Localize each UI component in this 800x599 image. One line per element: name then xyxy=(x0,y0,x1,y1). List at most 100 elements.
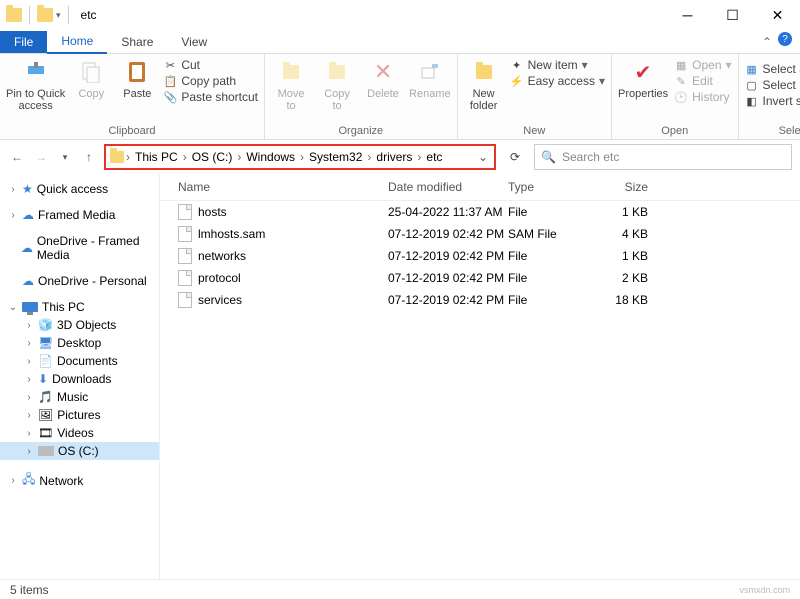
collapse-ribbon-icon[interactable]: ⌃ xyxy=(762,35,772,49)
tree-network[interactable]: ›🖧Network xyxy=(0,468,159,493)
copy-to-button[interactable]: Copy to xyxy=(317,58,357,112)
properties-button[interactable]: ✔ Properties xyxy=(618,58,668,100)
refresh-button[interactable]: ⟳ xyxy=(502,144,528,170)
paste-shortcut-button[interactable]: 📎Paste shortcut xyxy=(163,90,258,104)
tree-this-pc[interactable]: ⌄This PC xyxy=(0,298,159,316)
window-title: etc xyxy=(81,8,97,22)
breadcrumb-item[interactable]: etc xyxy=(423,150,445,164)
ribbon: Pin to Quick access Copy Paste ✂Cut 📋Cop… xyxy=(0,54,800,140)
file-row[interactable]: networks07-12-2019 02:42 PMFile1 KB xyxy=(160,245,800,267)
chevron-right-icon[interactable]: › xyxy=(235,150,243,164)
search-icon: 🔍 xyxy=(541,150,556,164)
ribbon-group-clipboard: Pin to Quick access Copy Paste ✂Cut 📋Cop… xyxy=(0,54,265,139)
breadcrumb-item[interactable]: drivers xyxy=(373,150,415,164)
new-folder-button[interactable]: New folder xyxy=(464,58,504,112)
tree-pictures[interactable]: ›🖼Pictures xyxy=(0,406,159,424)
file-name: protocol xyxy=(198,271,241,285)
tree-framed-media[interactable]: ›☁Framed Media xyxy=(0,206,159,224)
tree-music[interactable]: ›🎵Music xyxy=(0,388,159,406)
file-size: 2 KB xyxy=(588,271,658,285)
tree-videos[interactable]: ›🎞Videos xyxy=(0,424,159,442)
pin-quick-access-button[interactable]: Pin to Quick access xyxy=(6,58,65,112)
tab-share[interactable]: Share xyxy=(107,31,167,53)
copy-path-button[interactable]: 📋Copy path xyxy=(163,74,258,88)
file-type: File xyxy=(508,271,588,285)
help-icon[interactable]: ? xyxy=(778,32,792,46)
file-row[interactable]: hosts25-04-2022 11:37 AMFile1 KB xyxy=(160,201,800,223)
chevron-right-icon[interactable]: › xyxy=(298,150,306,164)
address-bar[interactable]: › This PC › OS (C:) › Windows › System32… xyxy=(104,144,496,170)
col-header-name[interactable]: Name xyxy=(178,180,388,194)
tree-onedrive-personal[interactable]: ☁OneDrive - Personal xyxy=(0,272,159,290)
folder-icon xyxy=(6,8,22,22)
tree-documents[interactable]: ›📄Documents xyxy=(0,352,159,370)
chevron-right-icon[interactable]: › xyxy=(365,150,373,164)
tree-desktop[interactable]: ›🖥Desktop xyxy=(0,334,159,352)
file-row[interactable]: protocol07-12-2019 02:42 PMFile2 KB xyxy=(160,267,800,289)
file-size: 4 KB xyxy=(588,227,658,241)
cut-button[interactable]: ✂Cut xyxy=(163,58,258,72)
chevron-right-icon[interactable]: › xyxy=(124,150,132,164)
col-header-type[interactable]: Type xyxy=(508,180,588,194)
chevron-right-icon[interactable]: › xyxy=(415,150,423,164)
file-date: 07-12-2019 02:42 PM xyxy=(388,249,508,263)
column-headers: Name Date modified Type Size xyxy=(160,174,800,201)
minimize-button[interactable]: ─ xyxy=(665,0,710,30)
copy-button[interactable]: Copy xyxy=(71,58,111,100)
file-name: hosts xyxy=(198,205,227,219)
search-input[interactable]: 🔍 Search etc xyxy=(534,144,792,170)
file-name: services xyxy=(198,293,242,307)
file-row[interactable]: services07-12-2019 02:42 PMFile18 KB xyxy=(160,289,800,311)
ribbon-group-new: New folder ✦New item ▾ ⚡Easy access ▾ Ne… xyxy=(458,54,612,139)
group-label-new: New xyxy=(464,123,605,137)
maximize-button[interactable]: ☐ xyxy=(710,0,755,30)
file-date: 07-12-2019 02:42 PM xyxy=(388,227,508,241)
breadcrumb-item[interactable]: Windows xyxy=(243,150,298,164)
file-icon xyxy=(178,248,192,264)
file-row[interactable]: lmhosts.sam07-12-2019 02:42 PMSAM File4 … xyxy=(160,223,800,245)
new-item-button[interactable]: ✦New item ▾ xyxy=(510,58,605,72)
invert-selection-button[interactable]: ◧Invert selection xyxy=(745,94,800,108)
ribbon-group-select: ▦Select all ▢Select none ◧Invert selecti… xyxy=(739,54,800,139)
tree-quick-access[interactable]: ›★Quick access xyxy=(0,180,159,198)
file-icon xyxy=(178,270,192,286)
chevron-right-icon[interactable]: › xyxy=(181,150,189,164)
up-button[interactable]: ↑ xyxy=(80,148,98,166)
tree-os-c[interactable]: ›OS (C:) xyxy=(0,442,159,460)
file-size: 1 KB xyxy=(588,205,658,219)
select-none-button[interactable]: ▢Select none xyxy=(745,78,800,92)
select-all-button[interactable]: ▦Select all xyxy=(745,62,800,76)
file-type: SAM File xyxy=(508,227,588,241)
tree-onedrive-framed[interactable]: ☁OneDrive - Framed Media xyxy=(0,232,159,264)
easy-access-button[interactable]: ⚡Easy access ▾ xyxy=(510,74,605,88)
rename-button[interactable]: Rename xyxy=(409,58,451,100)
back-button[interactable]: ← xyxy=(8,148,26,166)
col-header-size[interactable]: Size xyxy=(588,180,658,194)
ribbon-tabs: File Home Share View ⌃ ? xyxy=(0,30,800,54)
move-to-button[interactable]: Move to xyxy=(271,58,311,112)
tab-home[interactable]: Home xyxy=(47,30,107,54)
chevron-down-icon[interactable]: ▾ xyxy=(56,10,61,21)
delete-button[interactable]: ✕ Delete xyxy=(363,58,403,100)
edit-button[interactable]: ✎Edit xyxy=(674,74,731,88)
forward-button[interactable]: → xyxy=(32,148,50,166)
paste-button[interactable]: Paste xyxy=(117,58,157,100)
chevron-down-icon[interactable]: ⌄ xyxy=(478,150,488,164)
title-bar: ▾ etc ─ ☐ ✕ xyxy=(0,0,800,30)
breadcrumb-item[interactable]: OS (C:) xyxy=(189,150,236,164)
file-type: File xyxy=(508,205,588,219)
tree-3d-objects[interactable]: ›🧊3D Objects xyxy=(0,316,159,334)
close-button[interactable]: ✕ xyxy=(755,0,800,30)
tab-file[interactable]: File xyxy=(0,31,47,53)
tab-view[interactable]: View xyxy=(167,31,221,53)
file-icon xyxy=(178,226,192,242)
open-button[interactable]: ▦Open ▾ xyxy=(674,58,731,72)
tree-downloads[interactable]: ›⬇Downloads xyxy=(0,370,159,388)
history-button[interactable]: 🕑History xyxy=(674,90,731,104)
recent-locations-button[interactable]: ▾ xyxy=(56,148,74,166)
file-size: 18 KB xyxy=(588,293,658,307)
breadcrumb-item[interactable]: This PC xyxy=(132,150,181,164)
breadcrumb-item[interactable]: System32 xyxy=(306,150,365,164)
qat-separator xyxy=(68,6,69,24)
col-header-date[interactable]: Date modified xyxy=(388,180,508,194)
